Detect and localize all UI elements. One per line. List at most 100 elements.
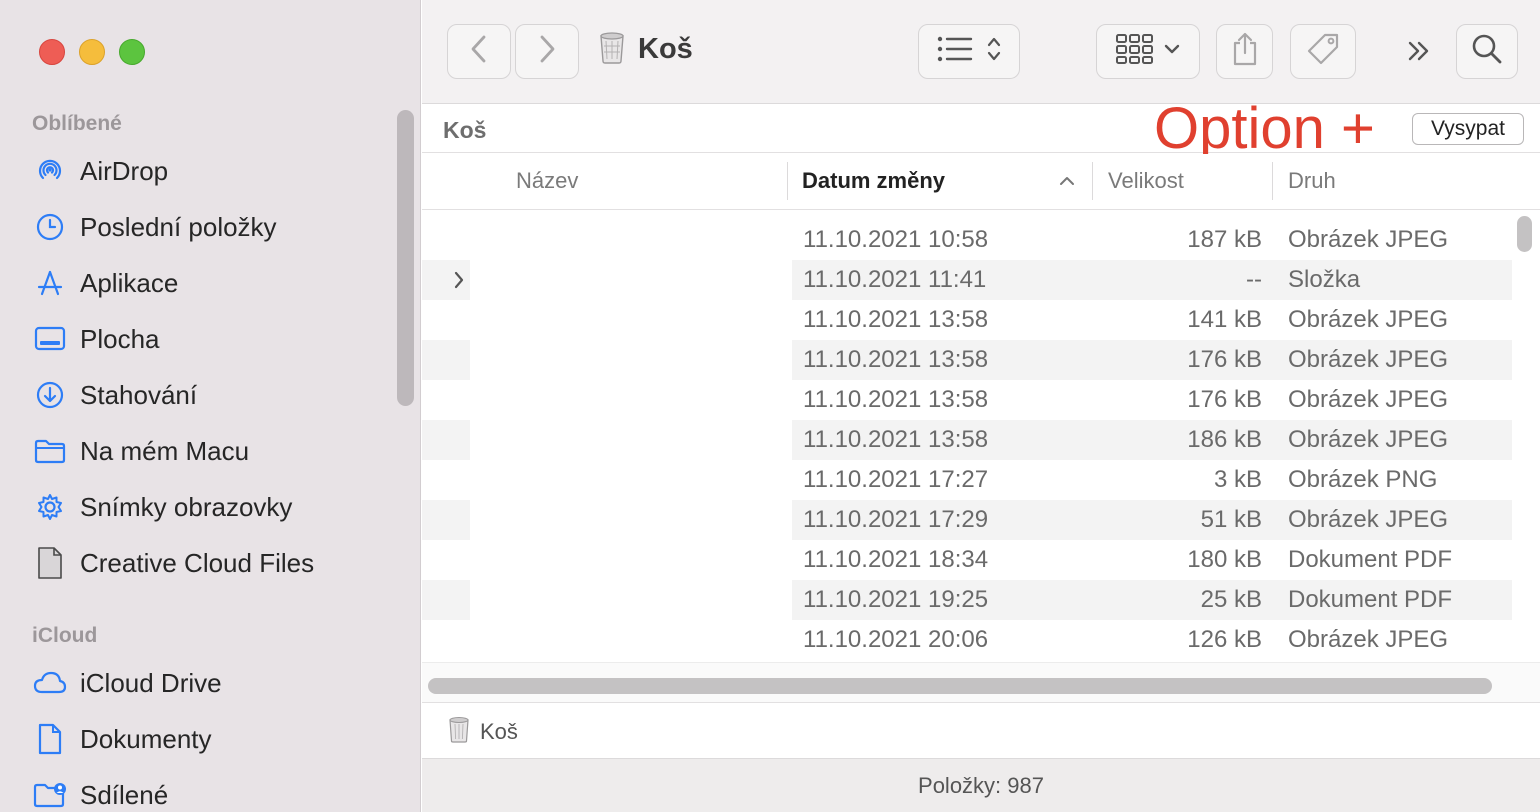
- sidebar-item-label: Dokumenty: [80, 723, 212, 754]
- row-kind: Obrázek JPEG: [1288, 626, 1449, 653]
- sidebar-item-label: Creative Cloud Files: [80, 547, 315, 578]
- trash-header-bar: Koš Option + Vysypat: [422, 96, 1540, 161]
- table-row[interactable]: 11.10.2021 13:58 141 kB Obrázek JPEG: [422, 300, 1512, 340]
- table-row[interactable]: 11.10.2021 13:58 186 kB Obrázek JPEG: [422, 420, 1512, 460]
- row-kind: Obrázek JPEG: [1288, 426, 1449, 453]
- sidebar-item-label: Snímky obrazovky: [80, 491, 293, 522]
- column-divider[interactable]: [1092, 162, 1093, 200]
- row-stripe: [422, 580, 470, 620]
- column-header-kind[interactable]: Druh: [1288, 168, 1336, 194]
- sidebar-item-airdrop[interactable]: AirDrop: [28, 149, 398, 193]
- column-header-date[interactable]: Datum změny: [802, 168, 945, 194]
- sidebar-item-downloads[interactable]: Stahování: [28, 373, 398, 417]
- row-size: 187 kB: [1187, 226, 1262, 253]
- share-icon: [1230, 31, 1260, 72]
- table-row[interactable]: 11.10.2021 18:34 180 kB Dokument PDF: [422, 540, 1512, 580]
- airdrop-icon: [28, 149, 72, 193]
- row-size: 25 kB: [1200, 586, 1262, 613]
- sidebar-item-label: Plocha: [80, 323, 160, 354]
- minimize-window-button[interactable]: [79, 39, 105, 65]
- row-kind: Dokument PDF: [1288, 586, 1453, 613]
- row-stripe: [422, 420, 470, 460]
- document-icon: [28, 541, 72, 585]
- row-stripe: [422, 340, 470, 380]
- row-kind: Složka: [1288, 266, 1361, 293]
- row-kind: Obrázek JPEG: [1288, 226, 1449, 253]
- sidebar-item-label: Na mém Macu: [80, 435, 250, 466]
- chevrons-right-icon: [1404, 41, 1434, 70]
- path-bar-item[interactable]: Koš: [448, 715, 518, 748]
- gear-icon: [28, 485, 72, 529]
- row-date: 11.10.2021 20:06: [803, 626, 989, 653]
- sidebar-item-label: Aplikace: [80, 267, 179, 298]
- row-size: --: [1246, 266, 1262, 293]
- sidebar-item-on-my-mac[interactable]: Na mém Macu: [28, 429, 398, 473]
- path-bar-label: Koš: [480, 718, 518, 744]
- sidebar-item-desktop[interactable]: Plocha: [28, 317, 398, 361]
- list-view-icon: [936, 34, 976, 69]
- desktop-icon: [28, 317, 72, 361]
- back-button[interactable]: [447, 24, 511, 79]
- more-toolbar-items-button[interactable]: [1404, 36, 1434, 71]
- table-row[interactable]: 11.10.2021 10:58 187 kB Obrázek JPEG: [422, 220, 1512, 260]
- sidebar-item-recents[interactable]: Poslední položky: [28, 205, 398, 249]
- sort-ascending-icon: [1058, 174, 1076, 193]
- row-date: 11.10.2021 18:34: [803, 546, 989, 573]
- column-divider[interactable]: [1272, 162, 1273, 200]
- sidebar-item-label: Stahování: [80, 379, 198, 410]
- folder-title: Koš: [443, 117, 487, 143]
- sidebar-item-icloud-drive[interactable]: iCloud Drive: [28, 661, 398, 705]
- row-size: 126 kB: [1187, 626, 1262, 653]
- search-button[interactable]: [1456, 24, 1518, 79]
- row-kind: Obrázek JPEG: [1288, 506, 1449, 533]
- view-options-button[interactable]: [918, 24, 1020, 79]
- sidebar-item-documents[interactable]: Dokumenty: [28, 717, 398, 761]
- column-header-size[interactable]: Velikost: [1108, 168, 1184, 194]
- grid-icon: [1115, 33, 1155, 70]
- chevron-right-icon: [536, 34, 558, 69]
- chevron-down-icon: [1163, 42, 1181, 61]
- table-row[interactable]: 11.10.2021 17:29 51 kB Obrázek JPEG: [422, 500, 1512, 540]
- table-row[interactable]: 11.10.2021 19:25 25 kB Dokument PDF: [422, 580, 1512, 620]
- table-row[interactable]: 11.10.2021 13:58 176 kB Obrázek JPEG: [422, 380, 1512, 420]
- row-size: 141 kB: [1187, 306, 1262, 333]
- row-size: 176 kB: [1187, 346, 1262, 373]
- table-row[interactable]: 11.10.2021 17:27 3 kB Obrázek PNG: [422, 460, 1512, 500]
- group-by-button[interactable]: [1096, 24, 1200, 79]
- cloud-icon: [28, 661, 72, 705]
- window-title-text: Koš: [638, 33, 693, 65]
- sidebar-scrollbar[interactable]: [397, 110, 414, 406]
- status-bar: Položky: 987: [422, 758, 1540, 812]
- table-row[interactable]: 11.10.2021 13:58 176 kB Obrázek JPEG: [422, 340, 1512, 380]
- folder-icon: [28, 429, 72, 473]
- table-row[interactable]: 11.10.2021 20:06 126 kB Obrázek JPEG: [422, 620, 1512, 660]
- sidebar-item-screenshots[interactable]: Snímky obrazovky: [28, 485, 398, 529]
- row-size: 180 kB: [1187, 546, 1262, 573]
- clock-icon: [28, 205, 72, 249]
- forward-button[interactable]: [515, 24, 579, 79]
- sidebar-item-shared[interactable]: Sdílené: [28, 773, 398, 812]
- sidebar-item-applications[interactable]: Aplikace: [28, 261, 398, 305]
- share-button[interactable]: [1216, 24, 1273, 79]
- close-window-button[interactable]: [39, 39, 65, 65]
- table-row[interactable]: 11.10.2021 11:41 -- Složka: [422, 260, 1512, 300]
- zoom-window-button[interactable]: [119, 39, 145, 65]
- empty-trash-button[interactable]: Vysypat: [1412, 113, 1524, 145]
- row-date: 11.10.2021 13:58: [803, 346, 989, 373]
- chevron-up-down-icon: [986, 34, 1002, 69]
- trash-icon: [598, 30, 626, 69]
- item-count: Položky: 987: [918, 773, 1044, 798]
- vertical-scrollbar[interactable]: [1517, 216, 1532, 252]
- row-kind: Obrázek JPEG: [1288, 386, 1449, 413]
- row-date: 11.10.2021 17:29: [803, 506, 989, 533]
- column-divider[interactable]: [787, 162, 788, 200]
- disclosure-triangle-icon[interactable]: [452, 269, 466, 296]
- column-header-name[interactable]: Název: [516, 168, 578, 194]
- sidebar-item-label: Sdílené: [80, 779, 169, 810]
- tags-button[interactable]: [1290, 24, 1356, 79]
- horizontal-scrollbar[interactable]: [428, 678, 1492, 694]
- sidebar-item-creative-cloud-files[interactable]: Creative Cloud Files: [28, 541, 398, 585]
- row-size: 186 kB: [1187, 426, 1262, 453]
- column-headers: Název Datum změny Velikost Druh: [422, 154, 1540, 210]
- row-size: 176 kB: [1187, 386, 1262, 413]
